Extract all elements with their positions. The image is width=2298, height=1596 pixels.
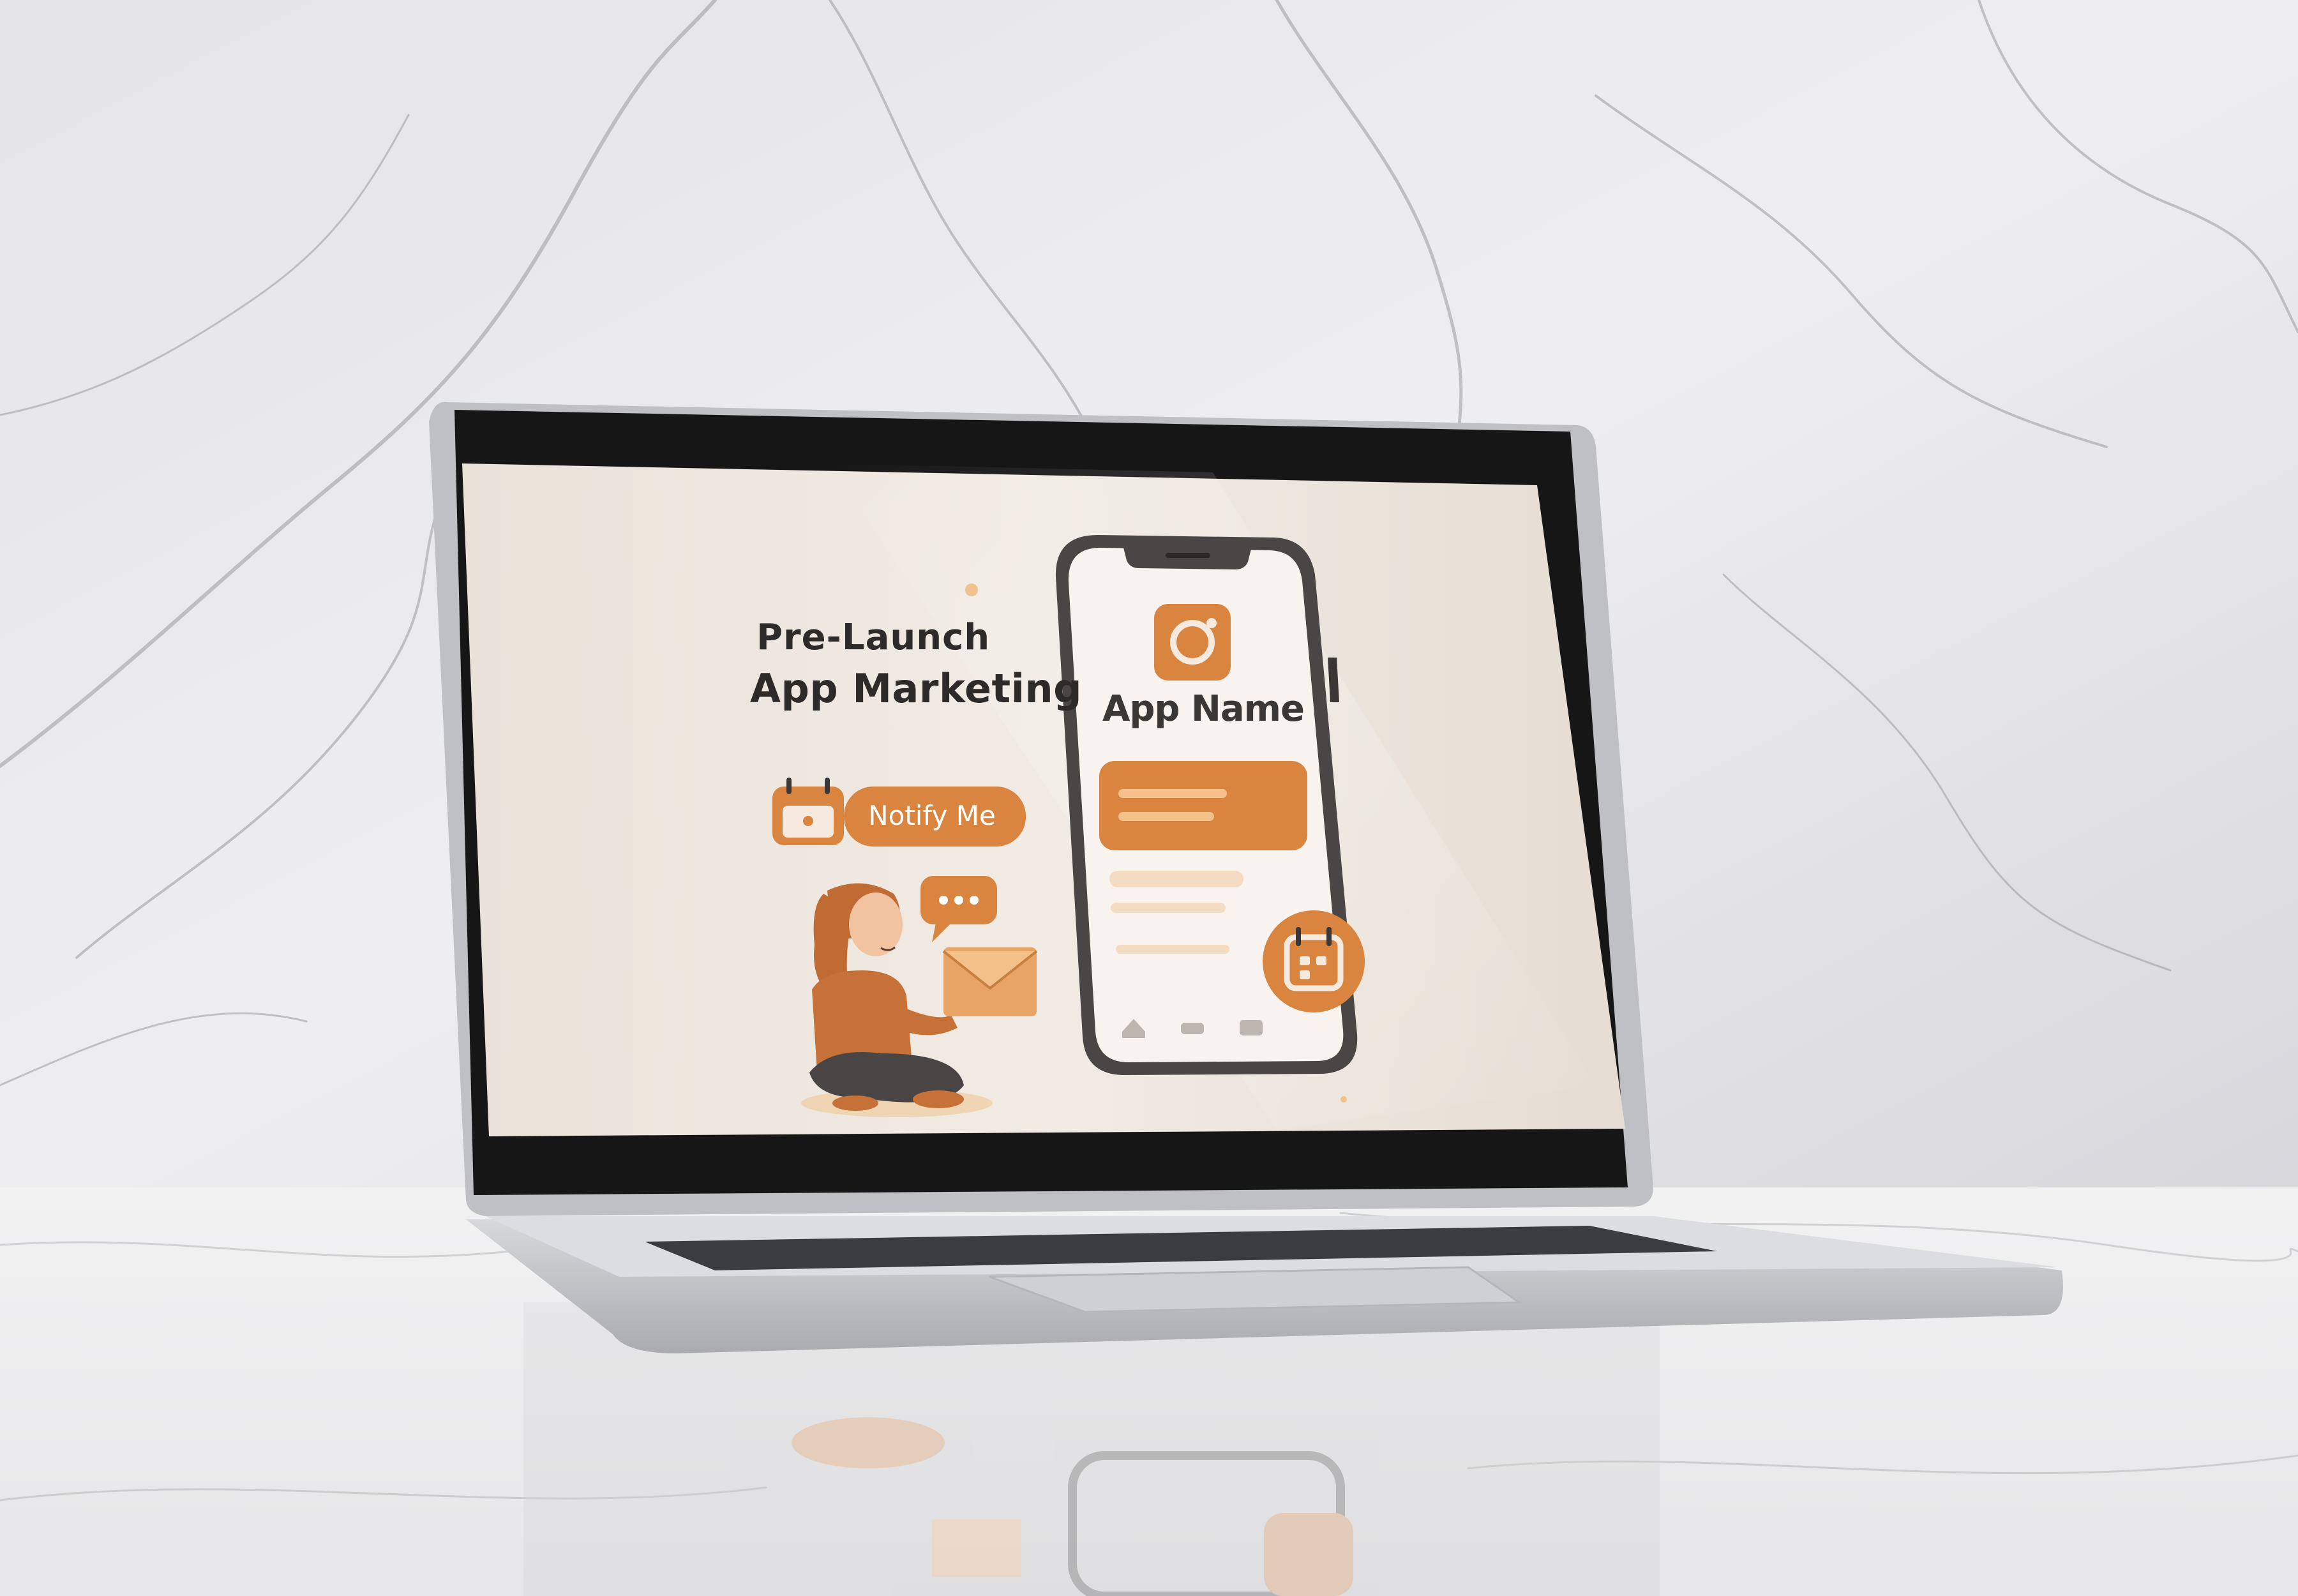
notify-button-label[interactable]: Notify Me [849,793,1015,839]
nav-square-icon[interactable] [1240,1020,1263,1035]
app-name: App Name [1102,688,1305,730]
nav-pill-icon[interactable] [1181,1023,1204,1034]
phone-primary-card[interactable] [1099,761,1307,850]
decor-dot [965,583,978,596]
photo-scene [0,0,2298,1596]
calendar-badge [1263,910,1365,1013]
decor-dot [1340,1096,1347,1103]
envelope-icon [942,947,1038,1016]
hero-title-line-1: Pre-Launch [756,617,991,658]
calendar-icon [772,778,844,845]
hero-title-line-2: App Marketing [750,665,1082,712]
camera-icon [1154,604,1231,681]
laptop-display [462,463,1625,1136]
